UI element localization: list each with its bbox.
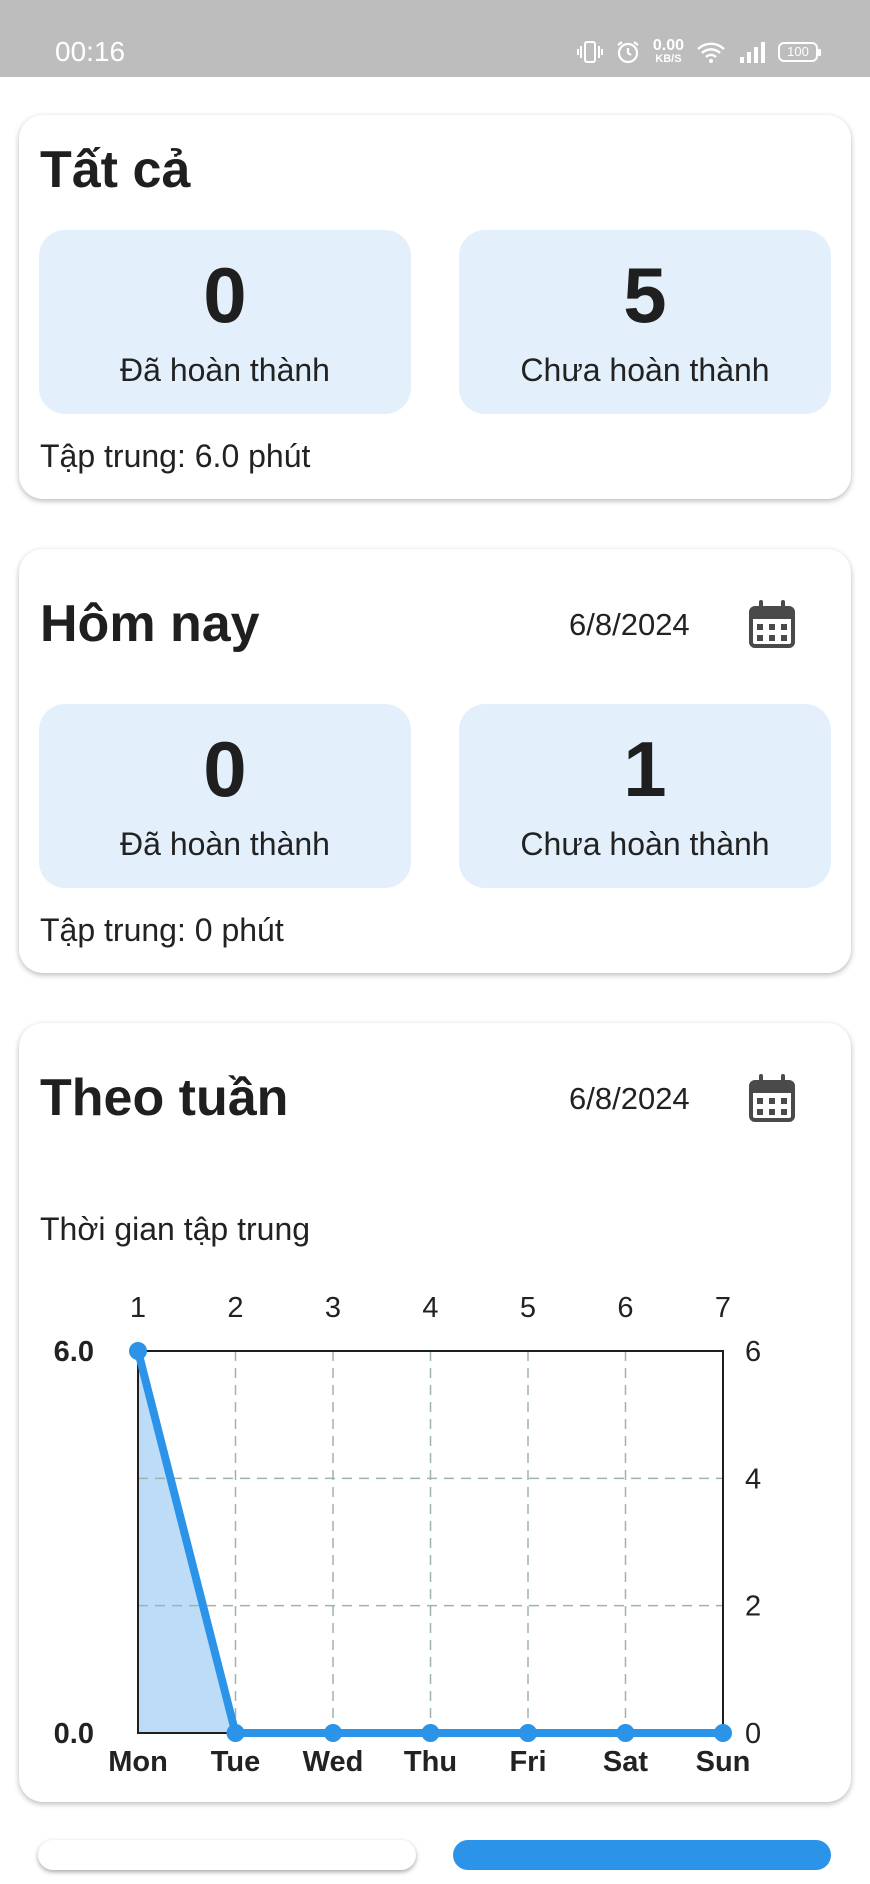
top-tick-label: 7 (715, 1292, 731, 1324)
today-completed-box[interactable]: 0 Đã hoàn thành (39, 704, 411, 888)
all-stats-card: Tất cả 0 Đã hoàn thành 5 Chưa hoàn thành… (19, 115, 851, 499)
chart-title: Thời gian tập trung (40, 1211, 311, 1247)
today-completed-count: 0 (203, 725, 247, 813)
data-point-sun (714, 1724, 732, 1742)
today-pending-label: Chưa hoàn thành (520, 826, 770, 862)
all-pending-box[interactable]: 5 Chưa hoàn thành (459, 230, 831, 414)
all-completed-label: Đã hoàn thành (120, 352, 330, 388)
right-tick-label: 0 (745, 1718, 761, 1750)
calendar-icon[interactable] (747, 599, 797, 649)
right-tick-label: 6 (745, 1336, 761, 1368)
weekly-card-title: Theo tuần (40, 1069, 289, 1127)
data-point-fri (519, 1724, 537, 1742)
all-completed-box[interactable]: 0 Đã hoàn thành (39, 230, 411, 414)
x-tick-label: Thu (404, 1746, 457, 1778)
network-speed-unit: KB/S (655, 53, 682, 65)
status-bar: 00:16 0.00 KB/S 100 (0, 0, 870, 77)
top-tick-label: 1 (130, 1292, 146, 1324)
left-tick-label: 6.0 (54, 1336, 94, 1368)
battery-icon: 100 (778, 41, 821, 62)
calendar-icon[interactable] (747, 1073, 797, 1123)
x-tick-label: Wed (303, 1746, 364, 1778)
data-point-thu (421, 1724, 440, 1742)
x-tick-label: Sun (696, 1746, 751, 1778)
x-tick-label: Sat (603, 1746, 648, 1778)
left-tick-label: 0.0 (54, 1718, 94, 1750)
today-pending-box[interactable]: 1 Chưa hoàn thành (459, 704, 831, 888)
all-completed-count: 0 (203, 251, 247, 339)
all-pending-count: 5 (623, 251, 667, 339)
status-time: 00:16 (55, 36, 126, 67)
bottom-right-button[interactable] (453, 1840, 831, 1870)
today-pending-count: 1 (623, 725, 667, 813)
x-tick-label: Tue (211, 1746, 260, 1778)
all-pending-label: Chưa hoàn thành (520, 352, 770, 388)
weekly-stats-card: Theo tuần 6/8/2024 Thời gian tập trung 1… (19, 1023, 851, 1802)
data-point-mon (129, 1342, 147, 1360)
top-tick-label: 3 (325, 1292, 341, 1324)
right-tick-label: 2 (745, 1591, 761, 1623)
today-focus-time: Tập trung: 0 phút (40, 912, 284, 948)
x-tick-label: Fri (509, 1746, 546, 1778)
top-tick-label: 4 (422, 1292, 438, 1324)
top-tick-label: 5 (520, 1292, 536, 1324)
today-date: 6/8/2024 (569, 607, 690, 642)
right-tick-label: 4 (745, 1463, 761, 1495)
wifi-icon (697, 42, 725, 63)
data-point-tue (226, 1724, 245, 1742)
network-speed: 0.00 KB/S (653, 38, 684, 65)
today-completed-label: Đã hoàn thành (120, 826, 330, 862)
today-stats-card: Hôm nay 6/8/2024 0 Đã hoàn thành 1 Chưa … (19, 549, 851, 973)
today-card-title: Hôm nay (40, 595, 260, 653)
weekly-date: 6/8/2024 (569, 1081, 690, 1116)
vibrate-icon (576, 40, 603, 63)
top-tick-label: 2 (227, 1292, 243, 1324)
data-point-wed (324, 1724, 342, 1742)
signal-icon (740, 41, 765, 63)
bottom-left-button[interactable] (38, 1840, 416, 1870)
top-tick-label: 6 (617, 1292, 633, 1324)
network-speed-value: 0.00 (652, 37, 684, 54)
status-icons: 0.00 KB/S 100 (576, 38, 821, 65)
x-tick-label: Mon (108, 1746, 168, 1778)
data-point-sat (616, 1724, 635, 1742)
all-focus-time: Tập trung: 6.0 phút (40, 438, 311, 474)
alarm-icon (617, 40, 639, 63)
focus-time-chart: 1 2 3 4 5 6 7Mon Tue Wed Thu Fri Sat Sun6.00.06420 (54, 1292, 761, 1778)
all-card-title: Tất cả (40, 141, 191, 199)
